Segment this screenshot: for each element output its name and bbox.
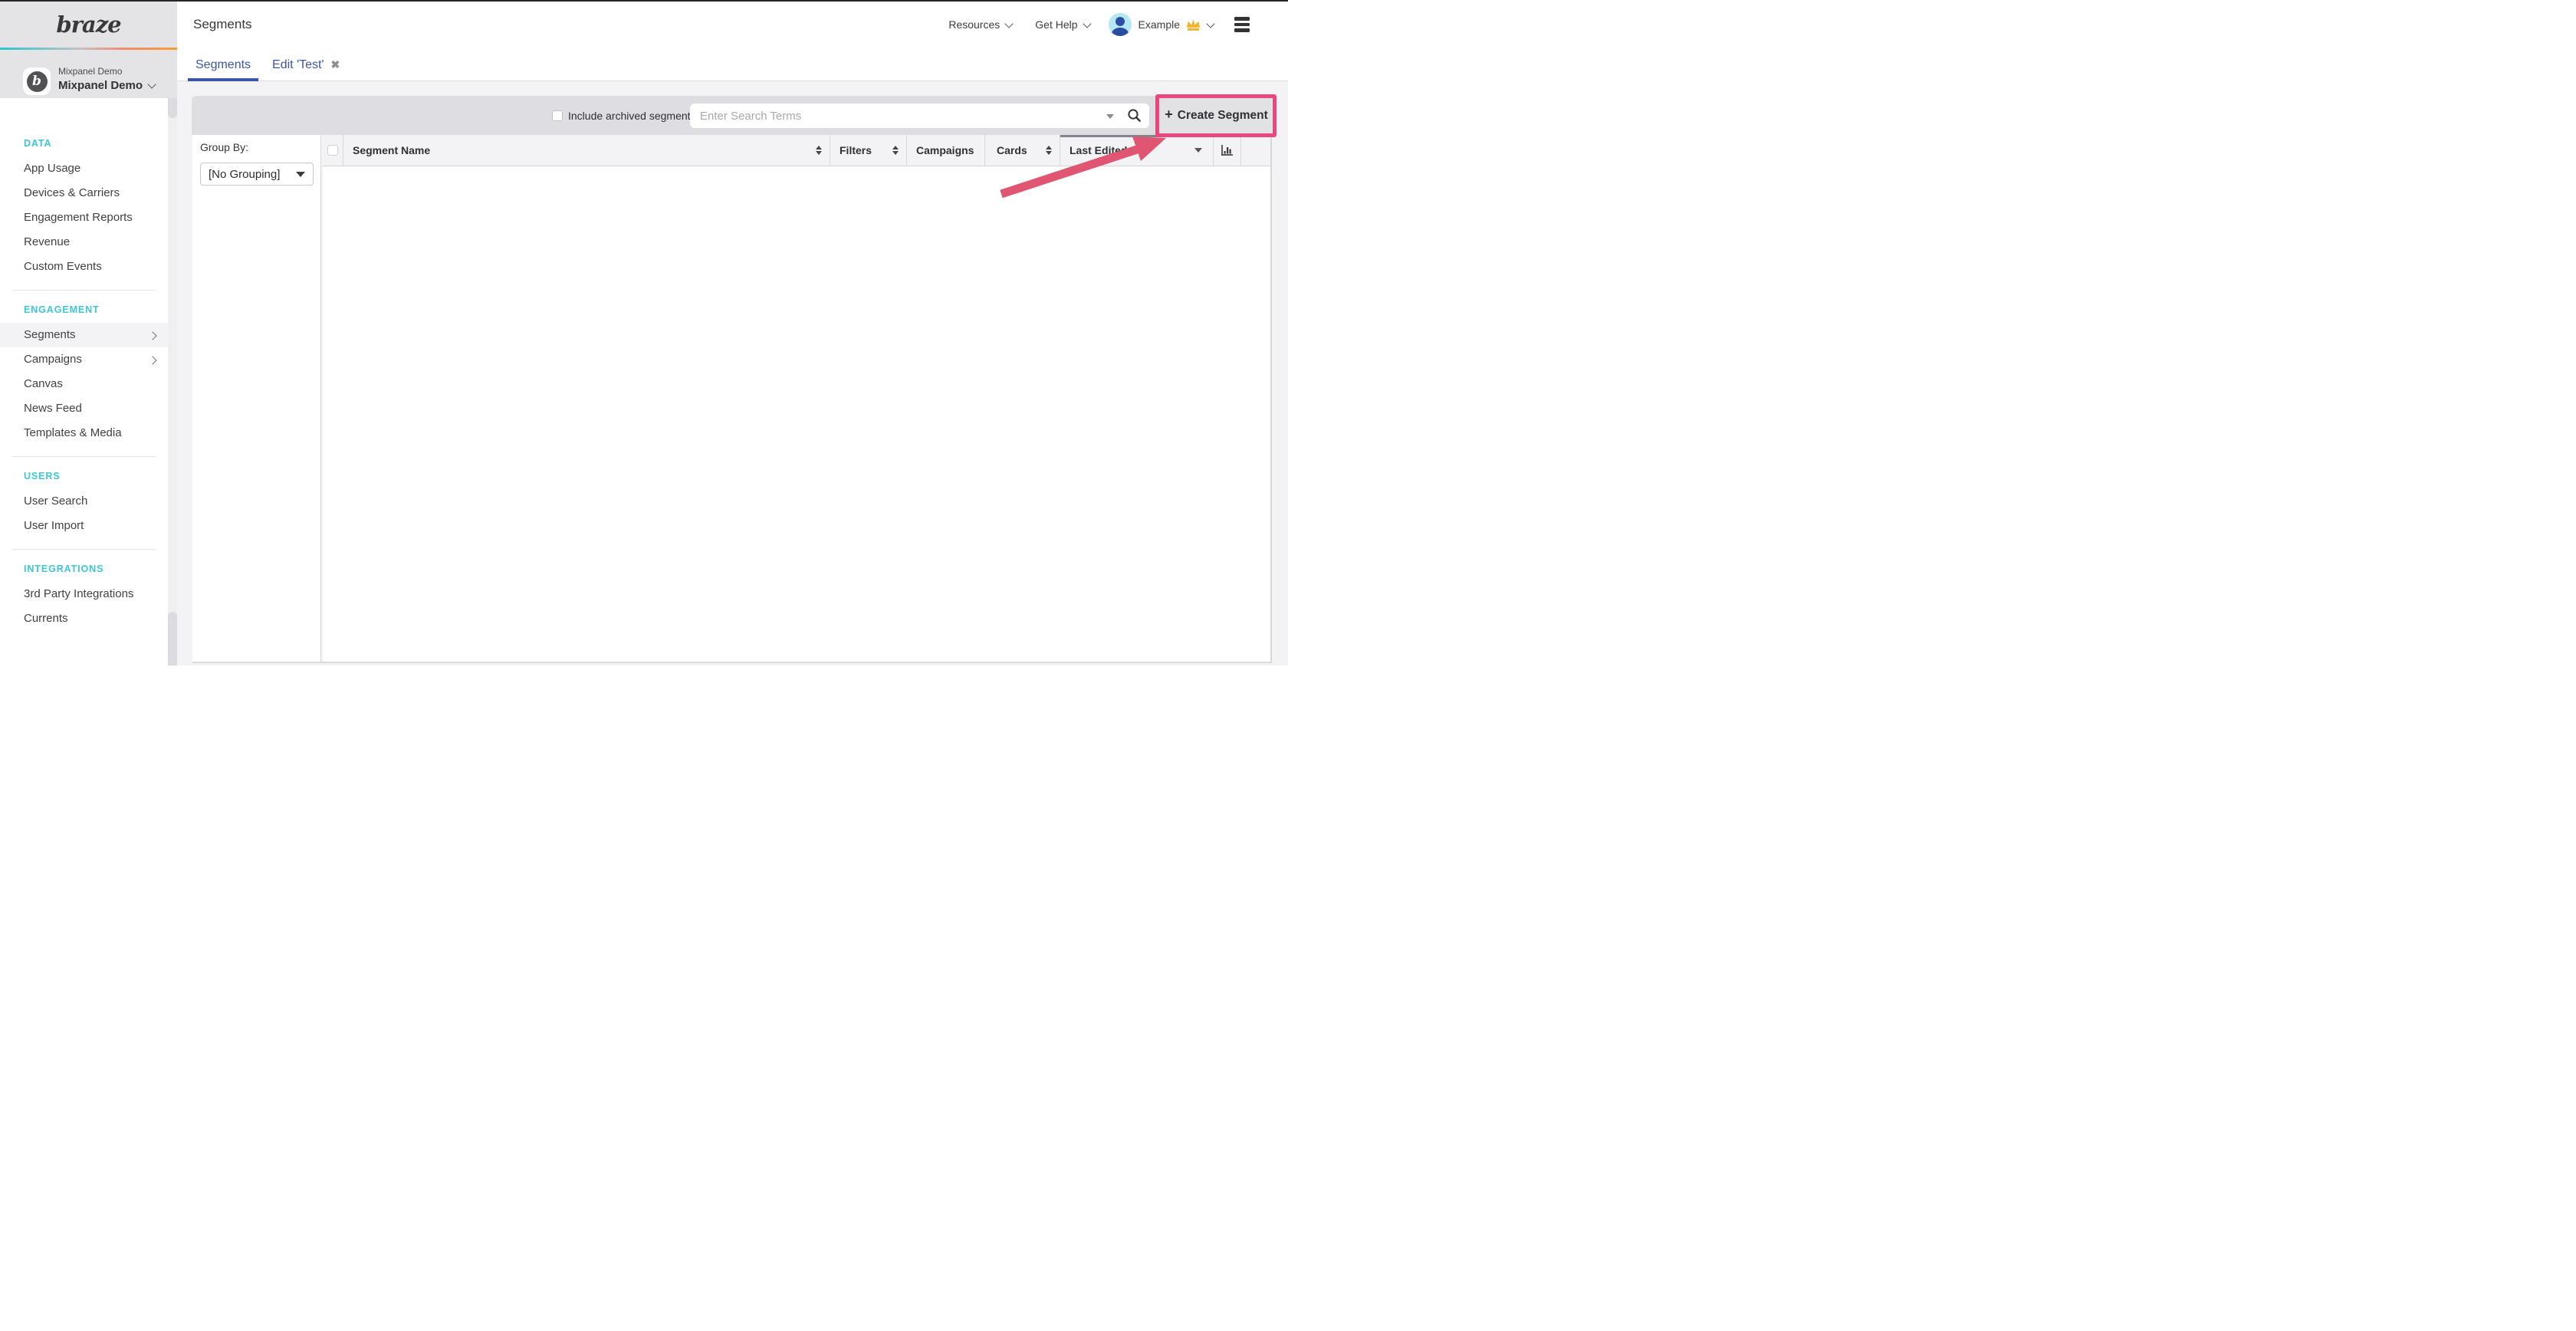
divider: [12, 290, 156, 291]
divider: [12, 549, 156, 550]
workspace-switcher[interactable]: Mixpanel Demo: [58, 79, 155, 92]
column-label: Cards: [997, 144, 1027, 156]
sidebar-item-news-feed[interactable]: News Feed: [0, 396, 168, 421]
sidebar-nav: DATA App Usage Devices & Carriers Engage…: [0, 98, 168, 666]
chevron-down-icon: [1206, 19, 1214, 28]
avatar-head-icon: [1116, 17, 1125, 26]
tab-label: Segments: [196, 58, 251, 72]
sort-icon[interactable]: [1046, 146, 1052, 156]
table-header-row: Segment Name Filters Campaigns Cards Las…: [323, 135, 1272, 166]
crown-icon: [1185, 18, 1201, 31]
sidebar-item-segments[interactable]: Segments: [0, 323, 168, 347]
segments-table-body: [323, 166, 1272, 662]
resources-label: Resources: [948, 18, 1000, 31]
braze-b-icon: b: [27, 71, 48, 92]
chevron-down-icon: [147, 80, 156, 88]
bar-chart-icon: [1221, 145, 1233, 156]
sidebar-item-user-import[interactable]: User Import: [0, 514, 168, 538]
sidebar-item-templates-media[interactable]: Templates & Media: [0, 421, 168, 445]
create-segment-label: Create Segment: [1178, 109, 1268, 123]
search-placeholder: Enter Search Terms: [700, 110, 801, 123]
nav-section-integrations: INTEGRATIONS: [24, 564, 168, 574]
workspace-app-icon[interactable]: b: [23, 67, 51, 95]
nav-section-data: DATA: [24, 138, 168, 149]
sidebar-item-custom-events[interactable]: Custom Events: [0, 255, 168, 279]
group-by-panel: [192, 135, 321, 662]
close-icon[interactable]: ✖: [331, 58, 340, 71]
page-title: Segments: [193, 0, 252, 49]
group-by-label: Group By:: [200, 141, 248, 153]
sidebar-scrollbar-thumb[interactable]: [168, 612, 177, 666]
sidebar-item-label: Segments: [24, 328, 76, 341]
column-cards[interactable]: Cards: [985, 135, 1060, 166]
chevron-right-icon: [148, 331, 156, 340]
sidebar-item-campaigns[interactable]: Campaigns: [0, 347, 168, 372]
sidebar-item-engagement-reports[interactable]: Engagement Reports: [0, 205, 168, 230]
sidebar-item-currents[interactable]: Currents: [0, 606, 168, 631]
tab-bar: Segments Edit 'Test' ✖: [177, 49, 1288, 81]
header-checkbox-cell: [323, 135, 343, 166]
include-archived-checkbox[interactable]: [552, 110, 563, 121]
sidebar-logo-block: braze: [0, 0, 177, 48]
header-right-group: Resources Get Help Example: [948, 0, 1250, 49]
sort-icon[interactable]: [892, 146, 899, 156]
account-menu[interactable]: Example: [1138, 18, 1214, 31]
plus-icon: +: [1165, 107, 1173, 123]
avatar-shoulders-icon: [1112, 28, 1129, 36]
chevron-down-icon: [1083, 19, 1091, 28]
chevron-right-icon: [148, 356, 156, 364]
sort-desc-caret-icon[interactable]: [1194, 148, 1202, 153]
sidebar-scrollbar-track[interactable]: [168, 98, 177, 666]
column-filters[interactable]: Filters: [830, 135, 907, 166]
chevron-down-icon: [296, 172, 305, 177]
tab-segments[interactable]: Segments: [188, 49, 258, 81]
user-name: Example: [1138, 18, 1180, 31]
user-avatar[interactable]: [1109, 13, 1132, 36]
divider: [12, 456, 156, 457]
tab-edit-test[interactable]: Edit 'Test' ✖: [264, 49, 347, 81]
nav-section-engagement: ENGAGEMENT: [24, 304, 168, 315]
workspace-name: Mixpanel Demo: [58, 79, 143, 92]
nav-section-users: USERS: [24, 471, 168, 481]
sidebar-item-revenue[interactable]: Revenue: [0, 230, 168, 255]
sidebar-item-canvas[interactable]: Canvas: [0, 372, 168, 396]
column-analytics[interactable]: [1214, 135, 1241, 166]
column-label: Last Edited: [1070, 144, 1127, 156]
sort-icon[interactable]: [816, 146, 822, 156]
get-help-menu[interactable]: Get Help: [1035, 18, 1089, 31]
column-label: Segment Name: [353, 144, 430, 156]
group-by-select[interactable]: [No Grouping]: [200, 163, 314, 186]
column-last-edited[interactable]: Last Edited: [1060, 135, 1214, 166]
column-spacer: [1241, 135, 1270, 166]
tab-label: Edit 'Test': [272, 58, 324, 72]
table-bottom-border: [192, 662, 1272, 663]
sidebar-scrollbar-thumb[interactable]: [168, 98, 177, 118]
sidebar-item-devices-carriers[interactable]: Devices & Carriers: [0, 181, 168, 205]
hamburger-menu-icon[interactable]: [1234, 17, 1250, 32]
column-label: Filters: [840, 144, 872, 156]
select-all-checkbox[interactable]: [327, 145, 338, 156]
create-segment-button[interactable]: + Create Segment: [1161, 98, 1272, 133]
sidebar-item-user-search[interactable]: User Search: [0, 489, 168, 514]
active-sort-column-indicator: [1060, 135, 1214, 137]
column-campaigns[interactable]: Campaigns: [907, 135, 985, 166]
search-dropdown-caret-icon[interactable]: [1106, 114, 1114, 119]
include-archived-label: Include archived segments: [568, 96, 696, 135]
search-input[interactable]: Enter Search Terms: [690, 104, 1149, 128]
braze-logo: braze: [56, 12, 120, 38]
brand-gradient-bar: [0, 48, 177, 50]
sidebar-item-app-usage[interactable]: App Usage: [0, 156, 168, 181]
column-label: Campaigns: [916, 144, 974, 156]
search-icon[interactable]: [1127, 108, 1142, 123]
chevron-down-icon: [1005, 19, 1014, 28]
window-top-edge: [0, 0, 1288, 2]
resources-menu[interactable]: Resources: [948, 18, 1012, 31]
sidebar-item-label: Campaigns: [24, 353, 82, 366]
column-segment-name[interactable]: Segment Name: [343, 135, 830, 166]
get-help-label: Get Help: [1035, 18, 1077, 31]
workspace-company: Mixpanel Demo: [58, 66, 122, 77]
sidebar-item-3rd-party-integrations[interactable]: 3rd Party Integrations: [0, 582, 168, 606]
group-by-value: [No Grouping]: [209, 168, 280, 181]
